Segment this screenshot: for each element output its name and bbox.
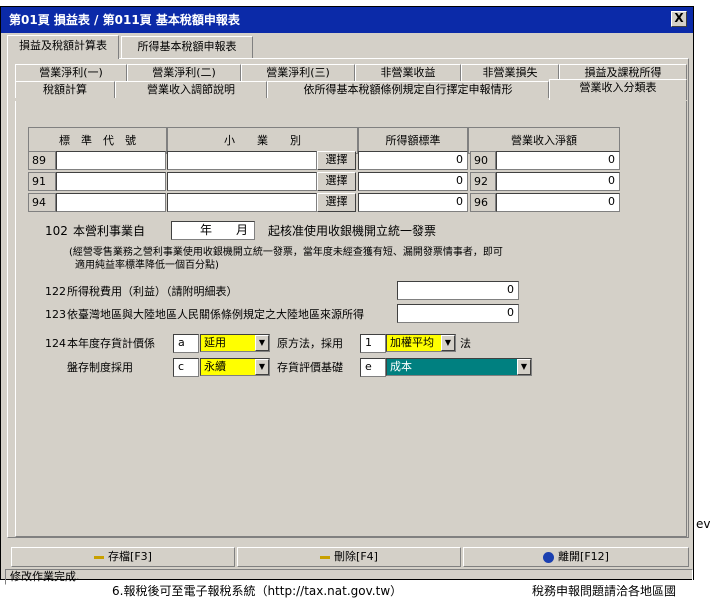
- revenue-field[interactable]: 0: [496, 193, 620, 212]
- exit-icon: [543, 551, 555, 563]
- valuation-method-dropdown[interactable]: 延用 ▼: [200, 334, 270, 352]
- tab-profit-loss[interactable]: 損益及稅額計算表: [7, 35, 119, 59]
- industry-field[interactable]: [167, 151, 317, 170]
- background-text-right: eva: [696, 517, 710, 531]
- tab-non-operating-income[interactable]: 非營業收益: [355, 64, 461, 81]
- revenue-field[interactable]: 0: [496, 172, 620, 191]
- row-code-91: 91: [28, 172, 56, 191]
- line-124-label: 本年度存貨計價係: [67, 337, 155, 350]
- income-standard-field[interactable]: 0: [358, 151, 468, 170]
- save-icon: [94, 555, 105, 559]
- header-industry: 小 業 別: [167, 127, 358, 154]
- exit-label: 離開[F12]: [558, 550, 609, 563]
- mainland-income-field[interactable]: 0: [397, 304, 519, 323]
- select-button[interactable]: 選擇: [317, 193, 356, 212]
- chevron-down-icon[interactable]: ▼: [255, 335, 269, 351]
- inventory-system-label: 盤存制度採用: [67, 361, 133, 374]
- valuation-method-value: 延用: [204, 336, 226, 349]
- tab-basic-tax[interactable]: 所得基本稅額申報表: [121, 36, 253, 58]
- inventory-code-c-field[interactable]: c: [173, 358, 199, 377]
- line-124-mid: 原方法，採用: [277, 337, 343, 350]
- title-bar: 第01頁 損益表 / 第011頁 基本稅額申報表: [1, 7, 693, 33]
- delete-label: 刪除[F4]: [334, 550, 378, 563]
- revenue-field[interactable]: 0: [496, 151, 620, 170]
- line-124-suffix: 法: [460, 337, 471, 350]
- line-102-suffix: 起核准使用收銀機開立統一發票: [268, 224, 437, 238]
- inventory-code-a-field[interactable]: a: [173, 334, 199, 353]
- row-code-89: 89: [28, 151, 56, 170]
- delete-icon: [320, 555, 331, 559]
- income-standard-field[interactable]: 0: [358, 193, 468, 212]
- line-123-label: 依臺灣地區與大陸地區人民關係條例規定之大陸地區來源所得: [67, 308, 364, 321]
- line-124-code: 124: [45, 337, 66, 350]
- line-122-code: 122: [45, 285, 66, 298]
- save-button[interactable]: 存檔[F3]: [11, 547, 235, 567]
- inventory-code-1-field[interactable]: 1: [360, 334, 386, 353]
- close-button[interactable]: X: [671, 11, 687, 27]
- chevron-down-icon[interactable]: ▼: [441, 335, 455, 351]
- line-102-prefix: 本營利事業自: [73, 224, 146, 238]
- status-text: 修改作業完成.: [10, 570, 80, 583]
- window-title: 第01頁 損益表 / 第011頁 基本稅額申報表: [9, 13, 240, 27]
- header-income-standard: 所得額標準: [358, 127, 468, 154]
- header-standard-code: 標 準 代 號: [28, 127, 167, 154]
- valuation-basis-label: 存貨評價基礎: [277, 361, 343, 374]
- valuation-basis-value: 成本: [390, 360, 412, 373]
- tab-non-operating-loss[interactable]: 非營業損失: [461, 64, 559, 81]
- tab-operating-profit-3[interactable]: 營業淨利(三): [241, 64, 355, 81]
- line-122-label: 所得稅費用（利益）（請附明細表）: [67, 285, 238, 298]
- select-button[interactable]: 選擇: [317, 172, 356, 191]
- row-code-90: 90: [470, 151, 496, 170]
- chevron-down-icon[interactable]: ▼: [255, 359, 269, 375]
- select-button[interactable]: 選擇: [317, 151, 356, 170]
- line-102-note-cont: 適用純益率標準降低一個百分點): [75, 260, 219, 271]
- tab-self-selected-filing[interactable]: 依所得基本稅額條例規定自行擇定申報情形: [267, 81, 549, 98]
- row-code-92: 92: [470, 172, 496, 191]
- tab-revenue-classification[interactable]: 營業收入分類表: [549, 79, 687, 100]
- costing-method-dropdown[interactable]: 加權平均 ▼: [386, 334, 456, 352]
- tab-operating-profit-1[interactable]: 營業淨利(一): [15, 64, 127, 81]
- standard-code-field[interactable]: [56, 193, 166, 212]
- industry-field[interactable]: [167, 193, 317, 212]
- year-label: 年: [200, 223, 213, 237]
- income-standard-field[interactable]: 0: [358, 172, 468, 191]
- save-label: 存檔[F3]: [108, 550, 152, 563]
- industry-field[interactable]: [167, 172, 317, 191]
- row-code-94: 94: [28, 193, 56, 212]
- status-bar: 修改作業完成.: [5, 569, 693, 585]
- costing-method-value: 加權平均: [390, 336, 434, 349]
- valuation-basis-dropdown[interactable]: 成本 ▼: [386, 358, 532, 376]
- exit-button[interactable]: 離開[F12]: [463, 547, 689, 567]
- tab-tax-computation[interactable]: 稅額計算: [15, 81, 115, 98]
- line-123-code: 123: [45, 308, 66, 321]
- month-label: 月: [236, 223, 249, 237]
- standard-code-field[interactable]: [56, 172, 166, 191]
- delete-button[interactable]: 刪除[F4]: [237, 547, 461, 567]
- tab-revenue-reconciliation[interactable]: 營業收入調節說明: [115, 81, 267, 98]
- inventory-system-dropdown[interactable]: 永續 ▼: [200, 358, 270, 376]
- chevron-down-icon[interactable]: ▼: [517, 359, 531, 375]
- header-revenue: 營業收入淨額: [468, 127, 620, 154]
- main-window: 第01頁 損益表 / 第011頁 基本稅額申報表 X 損益及稅額計算表 所得基本…: [0, 6, 694, 585]
- cash-register-date-field[interactable]: 年 月: [171, 221, 255, 240]
- line-102-code: 102: [45, 224, 68, 238]
- inventory-code-e-field[interactable]: e: [360, 358, 386, 377]
- inventory-system-value: 永續: [204, 360, 226, 373]
- income-tax-expense-field[interactable]: 0: [397, 281, 519, 300]
- standard-code-field[interactable]: [56, 151, 166, 170]
- row-code-96: 96: [470, 193, 496, 212]
- tab-operating-profit-2[interactable]: 營業淨利(二): [127, 64, 241, 81]
